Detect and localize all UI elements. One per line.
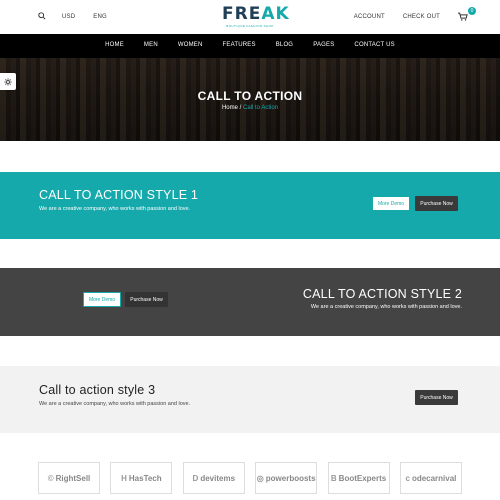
cta-1-purchase-button[interactable]: Purchase Now — [415, 196, 458, 211]
language-selector[interactable]: ENG — [93, 14, 107, 20]
brand-logo-devitems[interactable]: Ddevitems — [182, 462, 245, 494]
top-bar-right: ACCOUNT CHECK OUT 0 — [354, 7, 476, 22]
brand-logo-bootexperts[interactable]: B BootExperts — [327, 462, 390, 494]
cta-2-heading: CALL TO ACTION STYLE 2 — [302, 287, 462, 301]
nav-item-men[interactable]: MEN — [144, 42, 158, 48]
bootexperts-mark-icon: B — [330, 473, 337, 483]
cta-2-purchase-button[interactable]: Purchase Now — [125, 292, 168, 307]
cta-1-text: We are a creative company, who works wit… — [39, 206, 191, 212]
nav-item-pages[interactable]: PAGES — [313, 42, 334, 48]
breadcrumb-current: Call to Action — [243, 105, 279, 111]
cta-3-heading: Call to action style 3 — [39, 383, 156, 397]
main-nav: HOME MEN WOMEN FEATURES BLOG PAGES CONTA… — [0, 34, 500, 58]
cta-3-text: We are a creative company, who works wit… — [39, 401, 191, 407]
cta-style-1: CALL TO ACTION STYLE 1 We are a creative… — [0, 172, 500, 239]
logo-wordmark: FREAK — [222, 4, 290, 24]
page-hero-banner: CALL TO ACTION Home / Call to Action — [0, 58, 500, 141]
breadcrumb-home[interactable]: Home — [222, 105, 238, 111]
powerboosts-mark-icon: ◎ — [256, 473, 264, 483]
cta-1-more-demo-button[interactable]: More Demo — [372, 196, 410, 211]
cta-style-2: More Demo Purchase Now CALL TO ACTION ST… — [0, 268, 500, 336]
hastech-mark-icon: H — [121, 473, 127, 483]
brand-logo-powerboosts[interactable]: ◎ powerboosts — [255, 462, 318, 494]
nav-item-women[interactable]: WOMEN — [178, 42, 203, 48]
account-link[interactable]: ACCOUNT — [354, 14, 385, 20]
brand-logo-hastech[interactable]: H HasTech — [110, 462, 173, 494]
checkout-link[interactable]: CHECK OUT — [403, 14, 440, 20]
gear-icon — [4, 73, 12, 91]
cta-2-more-demo-button[interactable]: More Demo — [83, 292, 121, 307]
nav-item-contact-us[interactable]: CONTACT US — [354, 42, 394, 48]
cta-style-3: Call to action style 3 We are a creative… — [0, 366, 500, 433]
top-bar-left: USD ENG — [38, 12, 125, 22]
cart-icon[interactable]: 0 — [458, 7, 476, 22]
rightsell-mark-icon: © — [47, 473, 54, 483]
nav-item-blog[interactable]: BLOG — [276, 42, 293, 48]
brand-logo-codecarnival[interactable]: c odecarnival — [399, 462, 462, 494]
page-title: CALL TO ACTION — [197, 89, 303, 103]
cta-3-purchase-button[interactable]: Purchase Now — [415, 390, 458, 405]
currency-selector[interactable]: USD — [62, 14, 75, 20]
settings-toggle[interactable] — [0, 73, 16, 90]
devitems-mark-icon: D — [192, 473, 199, 483]
brand-logo-rightsell[interactable]: © RightSell — [38, 462, 100, 494]
cta-2-text: We are a creative company, who works wit… — [310, 304, 462, 310]
cart-count-badge: 0 — [468, 7, 476, 15]
logo-tagline: BOUTIQUE FASHION SHOP — [226, 24, 274, 28]
search-icon[interactable] — [38, 12, 48, 22]
top-bar: USD ENG FREAK BOUTIQUE FASHION SHOP ACCO… — [0, 0, 500, 34]
site-logo[interactable]: FREAK BOUTIQUE FASHION SHOP — [222, 4, 290, 29]
breadcrumb: Home / Call to Action — [0, 105, 500, 111]
brand-logos: © RightSell H HasTech Ddevitems ◎ powerboos… — [38, 462, 462, 496]
codecarnival-mark-icon: c — [405, 473, 410, 483]
nav-item-home[interactable]: HOME — [105, 42, 124, 48]
nav-item-features[interactable]: FEATURES — [223, 42, 256, 48]
cta-1-heading: CALL TO ACTION STYLE 1 — [39, 188, 199, 202]
